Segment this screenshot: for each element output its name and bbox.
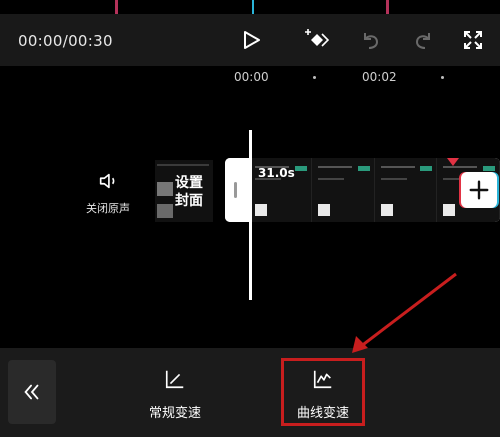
back-button[interactable] <box>8 360 56 424</box>
ruler-tick: 00:00 <box>234 70 269 84</box>
normal-speed-label: 常规变速 <box>148 406 201 421</box>
play-button[interactable] <box>237 26 265 54</box>
highlight-box <box>281 358 365 426</box>
speaker-icon <box>99 173 115 189</box>
undo-icon <box>364 33 379 49</box>
plus-icon <box>469 180 489 200</box>
add-clip-button[interactable] <box>461 172 497 208</box>
normal-speed-icon <box>165 370 184 389</box>
player-toolbar: 00:00/00:30 <box>0 14 500 66</box>
set-cover-label[interactable]: 设置 封面 <box>175 174 203 210</box>
mute-label: 关闭原声 <box>86 202 130 215</box>
keyframe-button[interactable] <box>303 26 331 54</box>
fullscreen-button[interactable] <box>459 26 487 54</box>
mute-original-sound-button[interactable]: 关闭原声 <box>84 170 132 216</box>
clip-duration: 31.0s <box>258 166 295 180</box>
normal-speed-button[interactable]: 常规变速 <box>130 368 220 421</box>
set-cover-line2: 封面 <box>175 193 203 209</box>
ruler-tick: 00:02 <box>362 70 397 84</box>
clip-marker-icon <box>447 158 459 166</box>
set-cover-line1: 设置 <box>175 175 203 191</box>
play-icon <box>244 31 260 49</box>
video-preview <box>115 0 389 14</box>
undo-button[interactable] <box>357 26 385 54</box>
playback-time: 00:00/00:30 <box>18 32 113 50</box>
playhead[interactable] <box>249 130 252 300</box>
ruler-dot <box>441 76 444 79</box>
redo-button[interactable] <box>409 26 437 54</box>
double-chevron-left-icon <box>24 384 39 400</box>
clip-left-handle[interactable] <box>225 158 249 222</box>
redo-icon <box>415 33 430 49</box>
fullscreen-icon <box>464 31 482 49</box>
keyframe-add-icon <box>305 29 329 47</box>
timeline-ruler[interactable]: 00:00 00:02 <box>0 66 500 86</box>
ruler-dot <box>313 76 316 79</box>
speed-panel: 常规变速 曲线变速 <box>0 348 500 437</box>
